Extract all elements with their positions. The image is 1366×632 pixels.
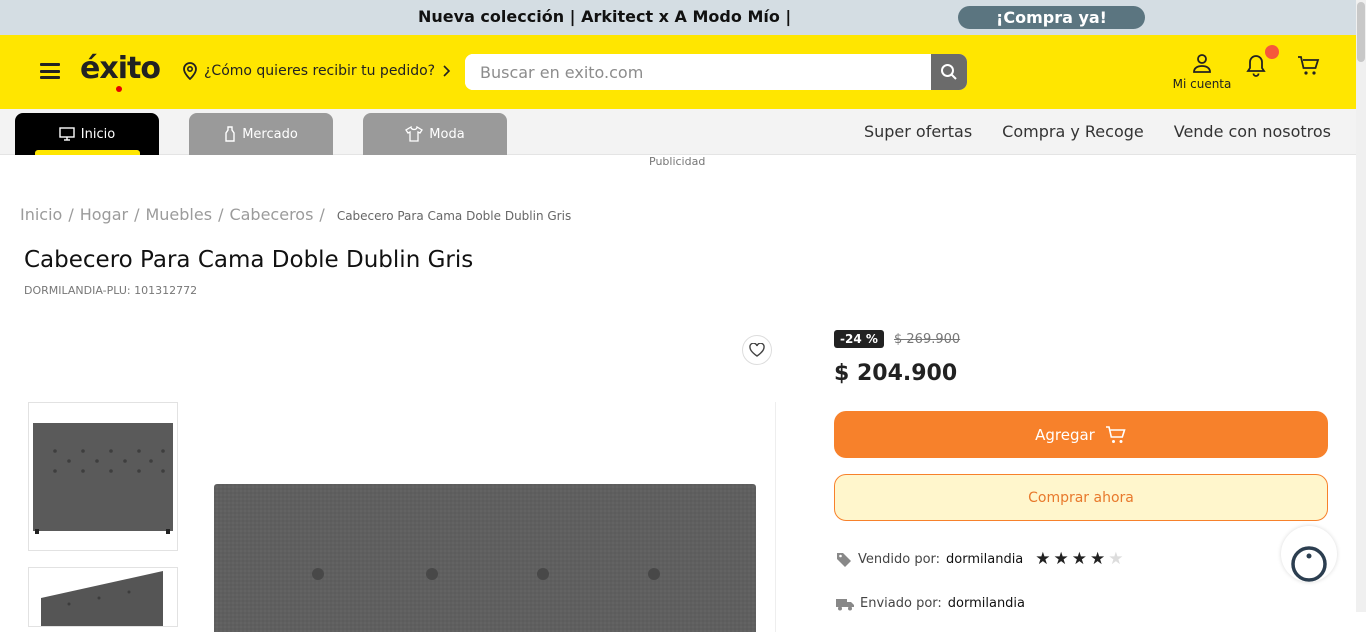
search-icon <box>941 64 957 80</box>
product-thumbnail[interactable] <box>28 567 178 627</box>
old-price: $ 269.900 <box>894 332 961 347</box>
current-price: $ 204.900 <box>834 361 958 386</box>
user-icon <box>1193 54 1211 73</box>
delivery-label: ¿Cómo quieres recibir tu pedido? <box>204 63 436 79</box>
notifications-button[interactable] <box>1245 54 1267 82</box>
nav-link-vende[interactable]: Vende con nosotros <box>1174 122 1331 141</box>
nav-links: Super ofertas Compra y Recoge Vende con … <box>864 122 1331 141</box>
monitor-icon <box>59 127 75 141</box>
promo-cta-button[interactable]: ¡Compra ya! <box>958 6 1145 29</box>
product-title: Cabecero Para Cama Doble Dublin Gris <box>24 247 474 273</box>
nav-link-super-ofertas[interactable]: Super ofertas <box>864 122 972 141</box>
shirt-icon <box>405 126 424 142</box>
star-icon: ★ <box>1090 549 1106 569</box>
cart-icon <box>1105 425 1126 443</box>
cart-button[interactable] <box>1297 55 1321 81</box>
breadcrumb-separator: / <box>319 205 325 224</box>
breadcrumb-link[interactable]: Inicio <box>20 205 62 224</box>
heart-icon <box>749 343 765 357</box>
delivery-selector[interactable]: ¿Cómo quieres recibir tu pedido? <box>182 62 451 80</box>
add-to-cart-label: Agregar <box>1035 425 1095 444</box>
shipped-by-label: Enviado por: <box>860 596 942 611</box>
tab-mercado[interactable]: Mercado <box>189 113 333 155</box>
exito-logo[interactable]: éxito <box>80 51 161 86</box>
favorite-button[interactable] <box>742 335 772 365</box>
breadcrumb-separator: / <box>68 205 74 224</box>
notification-badge <box>1265 45 1279 59</box>
tab-moda[interactable]: Moda <box>363 113 507 155</box>
product-main-image[interactable] <box>196 402 776 632</box>
tab-label: Mercado <box>242 126 298 142</box>
scrollbar-thumb[interactable] <box>1357 2 1365 62</box>
promo-text: Nueva colección | Arkitect x A Modo Mío … <box>418 7 792 26</box>
cart-icon <box>1298 56 1320 75</box>
tab-label: Moda <box>429 126 465 142</box>
category-nav: Inicio Mercado Moda Super ofertas Compra… <box>0 109 1356 155</box>
nav-link-compra-recoge[interactable]: Compra y Recoge <box>1002 122 1144 141</box>
add-to-cart-button[interactable]: Agregar <box>834 411 1328 458</box>
search-input[interactable] <box>465 54 931 90</box>
location-pin-icon <box>183 62 197 80</box>
breadcrumb-current: Cabecero Para Cama Doble Dublin Gris <box>336 209 572 223</box>
search-button[interactable] <box>931 54 967 90</box>
truck-icon <box>836 598 854 610</box>
accessibility-float-button[interactable] <box>1281 526 1337 582</box>
accessibility-icon <box>1291 546 1327 582</box>
hamburger-menu-icon[interactable] <box>40 63 60 79</box>
promo-bar: Nueva colección | Arkitect x A Modo Mío … <box>0 0 1356 35</box>
tab-inicio[interactable]: Inicio <box>15 113 159 155</box>
page-scrollbar[interactable] <box>1356 0 1366 612</box>
breadcrumb-separator: / <box>134 205 140 224</box>
breadcrumb-link[interactable]: Muebles <box>145 205 212 224</box>
product-thumbnail[interactable] <box>28 402 178 551</box>
tab-label: Inicio <box>80 126 116 142</box>
search-bar <box>465 54 967 90</box>
bell-icon <box>1246 55 1266 77</box>
rating-stars: ★ ★ ★ ★ ★ <box>1035 549 1123 569</box>
headboard-thumbnail-image <box>33 423 173 534</box>
star-icon: ★ <box>1035 549 1051 569</box>
star-empty-icon: ★ <box>1108 549 1124 569</box>
breadcrumb: Inicio / Hogar / Muebles / Cabeceros / C… <box>20 205 571 224</box>
star-icon: ★ <box>1053 549 1069 569</box>
bottle-icon <box>225 126 235 142</box>
account-button[interactable]: Mi cuenta <box>1170 53 1234 91</box>
chevron-right-icon <box>443 65 451 77</box>
sold-by-label: Vendido por: <box>858 551 941 567</box>
seller-info: Vendido por: dormilandia ★ ★ ★ ★ ★ <box>836 549 1124 569</box>
account-label: Mi cuenta <box>1172 77 1232 91</box>
breadcrumb-separator: / <box>218 205 224 224</box>
breadcrumb-link[interactable]: Cabeceros <box>229 205 313 224</box>
active-tab-indicator <box>35 150 140 155</box>
seller-name[interactable]: dormilandia <box>946 552 1023 567</box>
tag-icon <box>837 553 851 567</box>
headboard-angle-thumbnail-image <box>41 571 163 626</box>
ad-label: Publicidad <box>649 155 706 168</box>
shipper-name[interactable]: dormilandia <box>948 596 1025 611</box>
product-plu: DORMILANDIA-PLU: 101312772 <box>24 284 198 297</box>
discount-badge: -24 % <box>834 330 884 348</box>
star-icon: ★ <box>1071 549 1088 569</box>
headboard-main-image <box>214 484 756 632</box>
buy-now-button[interactable]: Comprar ahora <box>834 474 1328 521</box>
shipping-info: Enviado por: dormilandia <box>836 596 1025 611</box>
logo-dot <box>116 86 122 92</box>
header: éxito ¿Cómo quieres recibir tu pedido? M… <box>0 35 1356 109</box>
breadcrumb-link[interactable]: Hogar <box>80 205 128 224</box>
